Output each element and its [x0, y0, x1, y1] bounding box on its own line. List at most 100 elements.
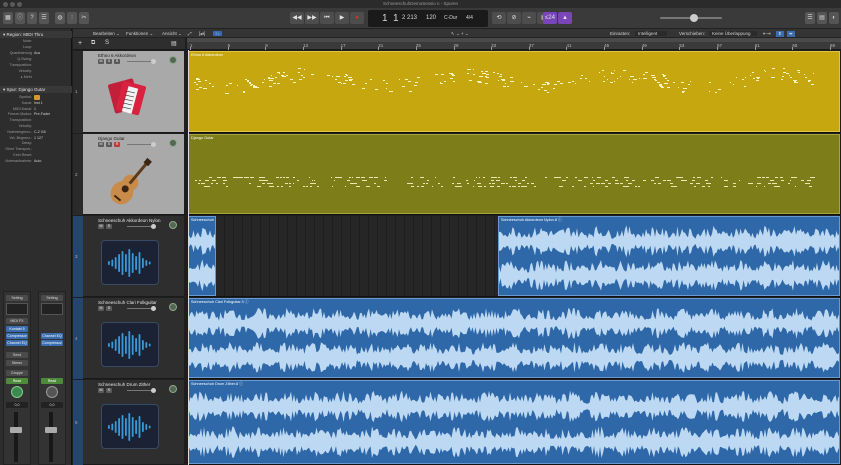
- output-slot[interactable]: Stereo: [6, 360, 28, 366]
- region-param-row[interactable]: ▸ Mehr: [0, 75, 72, 81]
- pointer-tool-icon[interactable]: ⤢: [188, 31, 192, 36]
- track-param-row[interactable]: Ohne Transpos.:: [0, 147, 72, 153]
- track-lane[interactable]: Schneeschuh ... Schneeschuh Akkordeon Nyl…: [188, 216, 840, 297]
- track-param-row[interactable]: Kein Reset:: [0, 153, 72, 159]
- vertical-zoom-icon[interactable]: ⬍: [776, 30, 784, 37]
- track-param-row[interactable]: Symbol:: [0, 95, 72, 101]
- inspector-icon[interactable]: ⓘ: [15, 12, 25, 24]
- replace-icon[interactable]: ⊘: [507, 12, 521, 24]
- midi-region[interactable]: Ethno 6 Akkordeon: [188, 51, 840, 132]
- track-param-row[interactable]: Delay:: [0, 141, 72, 147]
- go-to-start-icon[interactable]: ⏮: [320, 12, 334, 24]
- view-menu[interactable]: Ansicht ⌄: [162, 31, 182, 37]
- region-param-row[interactable]: Transposition:: [0, 63, 72, 69]
- mute-button[interactable]: M: [98, 59, 104, 64]
- track-header[interactable]: Schneeschuh Clari Folkguitar M S: [83, 298, 184, 379]
- region-inspector-header[interactable]: ▾ Region: MIDI Thru: [0, 31, 72, 38]
- audio-region[interactable]: Schneeschuh ...: [188, 216, 216, 296]
- track-header[interactable]: Schneeschuh Akkordeon Nylon M S: [83, 216, 184, 297]
- track-pan-knob[interactable]: [169, 139, 177, 147]
- add-track-icon[interactable]: +: [78, 40, 82, 47]
- global-tracks-icon[interactable]: ▤: [171, 40, 177, 47]
- automation-mode-button[interactable]: Read: [41, 378, 63, 384]
- empty-lane-area[interactable]: [216, 216, 498, 296]
- solo-button[interactable]: S: [106, 224, 112, 229]
- waveform-zoom-icon[interactable]: ⇤⇥: [763, 31, 771, 37]
- track-name[interactable]: Schneeschuh Clari Folkguitar: [98, 300, 157, 305]
- param-value[interactable]: Inst 1: [34, 101, 43, 107]
- functions-menu[interactable]: Funktionen ⌄: [126, 31, 153, 37]
- track-pan-knob[interactable]: [169, 56, 177, 64]
- record-icon[interactable]: ●: [350, 12, 364, 24]
- solo-button[interactable]: S: [106, 306, 112, 311]
- metronome-icon[interactable]: ▲: [558, 12, 572, 24]
- solo-button[interactable]: S: [106, 142, 112, 147]
- track-volume-handle[interactable]: [151, 224, 156, 229]
- catch-icon[interactable]: [⇄]: [199, 31, 205, 37]
- track-param-row[interactable]: MIDI-Kanal: 1: [0, 107, 72, 113]
- mute-button[interactable]: M: [98, 306, 104, 311]
- tuner-icon[interactable]: ⌁: [522, 12, 536, 24]
- lcd-display[interactable]: 1 1 2 213 120 C-Dur 4/4: [368, 10, 488, 27]
- track-param-row[interactable]: Notenbegrenz.: C-2 G8: [0, 130, 72, 136]
- track-lane[interactable]: Django Gutar: [188, 134, 840, 215]
- track-icon-swatch[interactable]: [34, 95, 40, 100]
- global-solo-icon[interactable]: S: [105, 40, 109, 46]
- mixer-icon[interactable]: ⫶: [67, 12, 77, 24]
- volume-fader-track[interactable]: [49, 412, 53, 462]
- list-editors-icon[interactable]: ☰: [805, 12, 815, 24]
- track-name[interactable]: Schneeschuh Akkordeon Nylon: [98, 218, 161, 223]
- notepad-icon[interactable]: ▤: [817, 12, 827, 24]
- region-param-row[interactable]: Velocity:: [0, 69, 72, 75]
- track-param-row[interactable]: Notenaufnahme: Auto: [0, 159, 72, 165]
- track-volume-handle[interactable]: [151, 59, 156, 64]
- track-param-row[interactable]: Vel.-Begrenz.: 1 127: [0, 136, 72, 142]
- region-param-row[interactable]: Quantisierung Aus: [0, 51, 72, 57]
- param-value[interactable]: Auto: [34, 159, 41, 165]
- help-icon[interactable]: ?: [27, 12, 37, 24]
- pan-knob[interactable]: [46, 386, 58, 398]
- track-header[interactable]: Django Gutar M S R: [83, 134, 184, 215]
- playhead[interactable]: [188, 50, 189, 465]
- group-slot[interactable]: Gruppe: [6, 370, 28, 376]
- track-param-row[interactable]: Velocity:: [0, 124, 72, 130]
- smart-controls-icon[interactable]: ◍: [55, 12, 65, 24]
- audio-fx-slot-1[interactable]: Compressor: [6, 333, 28, 339]
- track-param-row[interactable]: Transposition:: [0, 118, 72, 124]
- midi-region[interactable]: Django Gutar: [188, 134, 840, 214]
- track-pan-knob[interactable]: [169, 385, 177, 393]
- track-volume-handle[interactable]: [151, 388, 156, 393]
- audio-region[interactable]: Schneeschuh Akkordeon Nylon.8 ⓘ: [498, 216, 840, 296]
- track-name[interactable]: Schneeschuh Drum Zither: [98, 382, 150, 387]
- send-slot[interactable]: Send: [6, 352, 28, 358]
- forward-icon[interactable]: ▶▶: [305, 12, 319, 24]
- automation-mode-button[interactable]: Read: [6, 378, 28, 384]
- record-enable-button[interactable]: R: [114, 59, 120, 64]
- pan-knob[interactable]: [11, 386, 23, 398]
- audio-fx-slot-2[interactable]: Compressor: [41, 340, 63, 346]
- track-param-row[interactable]: Kanal: Inst 1: [0, 101, 72, 107]
- track-name[interactable]: Ethno 6 Akkordeon: [98, 53, 136, 58]
- instrument-slot[interactable]: Kontakt 5: [6, 326, 28, 332]
- mute-button[interactable]: M: [98, 224, 104, 229]
- mute-button[interactable]: M: [98, 388, 104, 393]
- track-header[interactable]: Ethno 6 Akkordeon M S R: [83, 51, 184, 133]
- track-lane[interactable]: Schneeschuh Clari Folkguitar.3 ⓘ: [188, 298, 840, 379]
- automation-icon[interactable]: ↑↓: [213, 30, 222, 36]
- track-volume-handle[interactable]: [151, 142, 156, 147]
- solo-button[interactable]: S: [106, 59, 112, 64]
- track-lane[interactable]: Schneeschuh Drum Zither.8 ⓘ: [188, 380, 840, 465]
- track-header[interactable]: Schneeschuh Drum Zither M S: [83, 380, 184, 465]
- track-volume-handle[interactable]: [151, 306, 156, 311]
- rewind-icon[interactable]: ◀◀: [290, 12, 304, 24]
- track-inspector-header[interactable]: ▾ Spur: Django Gutar: [0, 86, 72, 93]
- edit-menu[interactable]: Bearbeiten ⌄: [93, 31, 120, 37]
- eq-thumbnail[interactable]: [6, 303, 28, 315]
- library-icon[interactable]: ▦: [3, 12, 13, 24]
- volume-fader-handle[interactable]: [45, 427, 57, 433]
- play-icon[interactable]: ▶: [335, 12, 349, 24]
- mute-button[interactable]: M: [98, 142, 104, 147]
- snap-select[interactable]: Intelligent: [635, 30, 667, 36]
- param-value[interactable]: Aus: [34, 51, 40, 57]
- browser-icon[interactable]: ◐: [829, 12, 839, 24]
